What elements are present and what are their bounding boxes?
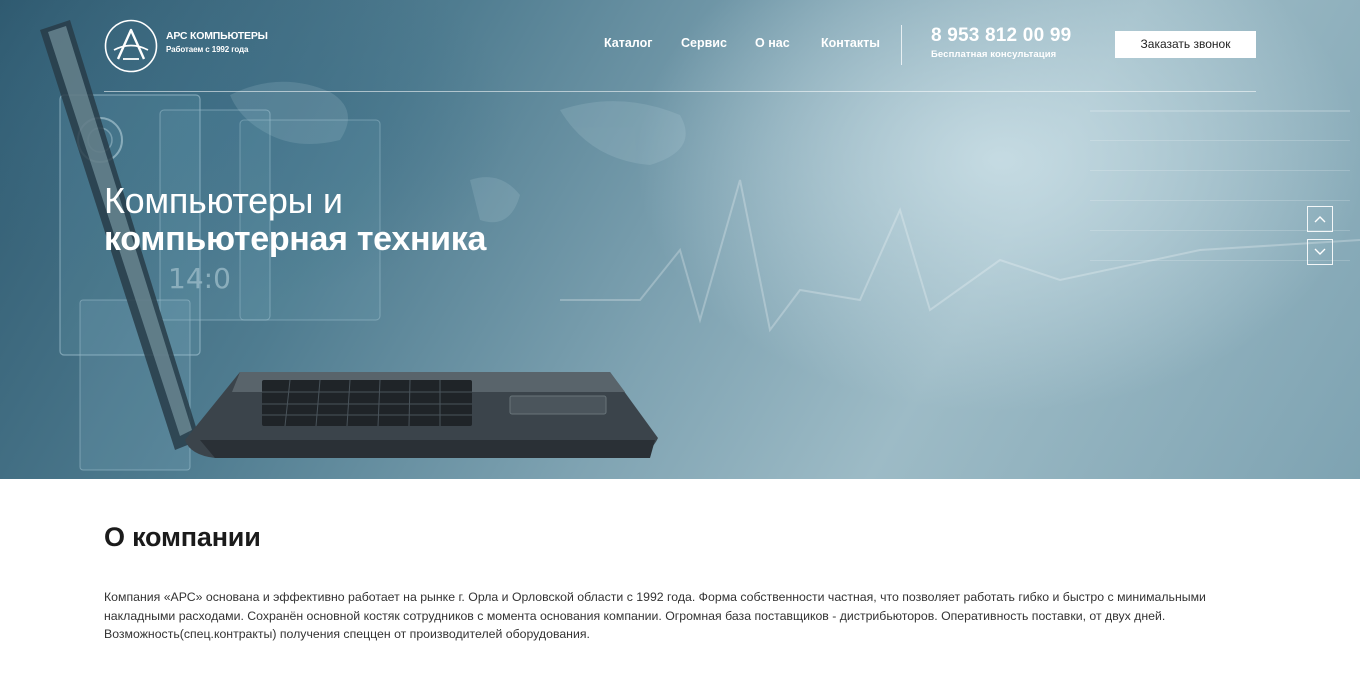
header-divider [901, 25, 902, 65]
phone-number[interactable]: 8 953 812 00 99 [931, 25, 1071, 47]
about-text: Компания «АРС» основана и эффективно раб… [104, 590, 1206, 641]
nav-item-contacts[interactable]: Контакты [821, 36, 880, 50]
chevron-up-icon [1314, 216, 1326, 223]
request-call-button[interactable]: Заказать звонок [1115, 31, 1256, 58]
chevron-down-icon [1314, 248, 1326, 255]
logo-name: АРС КОМПЬЮТЕРЫ [166, 30, 268, 42]
slide-prev-button[interactable] [1307, 206, 1333, 232]
svg-text:14:0: 14:0 [168, 262, 231, 295]
hero-banner: 14:0 АРС КОМПЬЮТЕРЫ Работаем с 1992 года… [0, 0, 1360, 479]
phone-caption: Бесплатная консультация [931, 49, 1057, 60]
about-title: О компании [104, 522, 261, 552]
nav-item-about[interactable]: О нас [755, 36, 790, 50]
nav-item-catalog[interactable]: Каталог [604, 36, 652, 50]
logo-icon[interactable] [104, 19, 158, 73]
header-underline [104, 91, 1256, 92]
slide-next-button[interactable] [1307, 239, 1333, 265]
hero-title-line1: Компьютеры и [104, 180, 343, 221]
site-header: АРС КОМПЬЮТЕРЫ Работаем с 1992 года Ката… [0, 0, 1360, 92]
logo-tagline: Работаем с 1992 года [166, 45, 249, 54]
nav-item-service[interactable]: Сервис [681, 36, 727, 50]
hero-title-line2: компьютерная техника [104, 220, 487, 258]
